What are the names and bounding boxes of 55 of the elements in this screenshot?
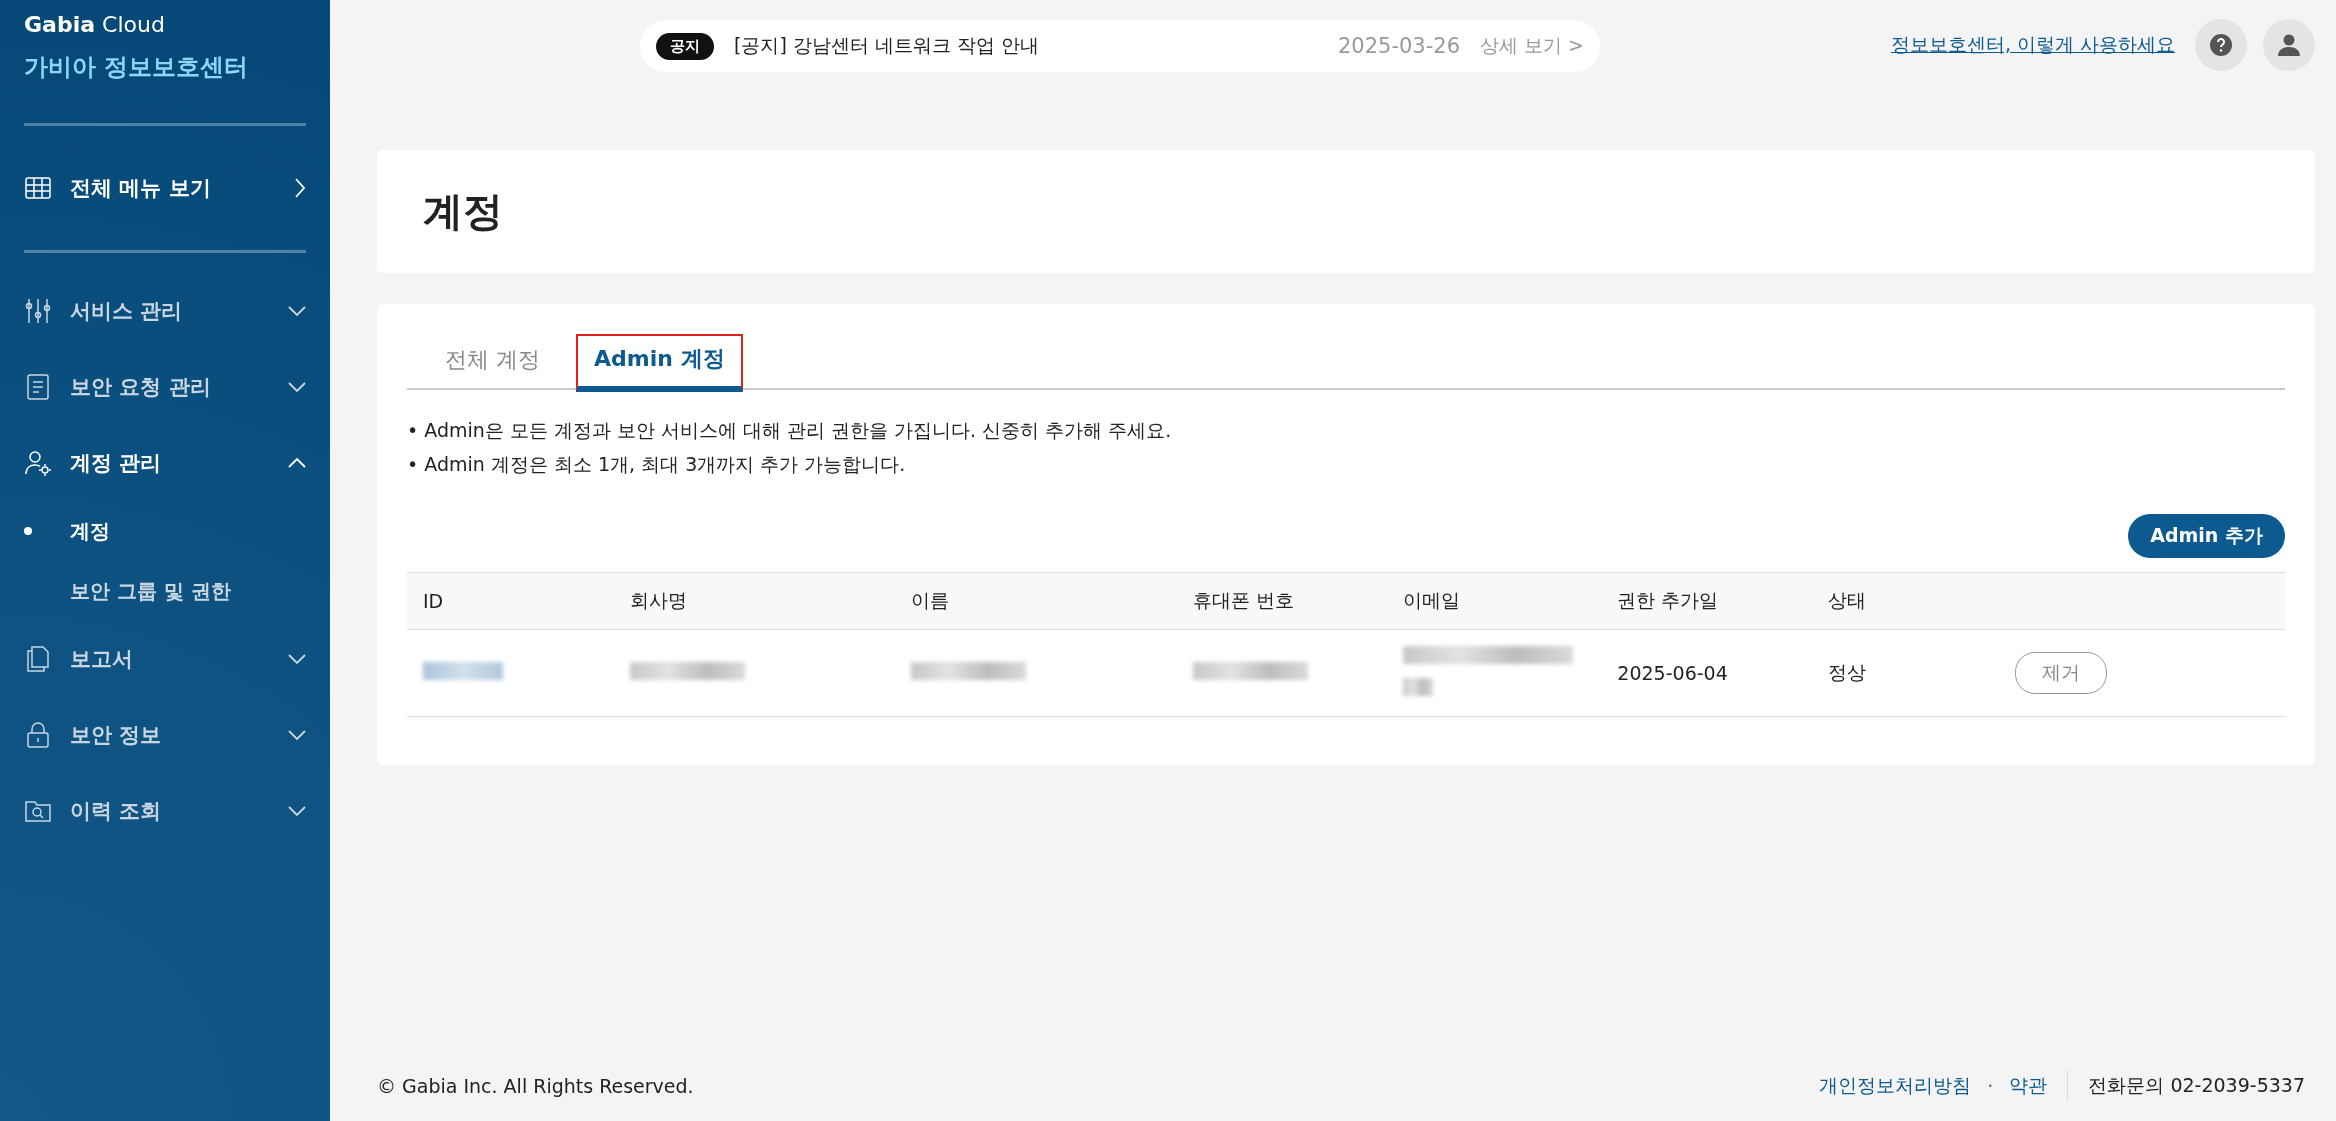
sliders-icon xyxy=(24,297,52,325)
chevron-down-icon xyxy=(288,729,306,741)
remove-button[interactable]: 제거 xyxy=(2015,652,2108,694)
user-icon xyxy=(2276,32,2302,58)
column-header: 상태 xyxy=(1811,572,2000,630)
chevron-up-icon xyxy=(288,457,306,469)
phone-text: 전화문의 02-2039-5337 xyxy=(2088,1073,2305,1098)
sidebar-submenu-item[interactable]: 계정 xyxy=(0,501,330,561)
note-text: • Admin은 모든 계정과 보안 서비스에 대해 관리 권한을 가집니다. 신중히 추가해 주세요. xyxy=(407,419,1172,441)
profile-button[interactable] xyxy=(2263,19,2315,71)
notice-badge: 공지 xyxy=(656,32,714,60)
sidebar-menu-item[interactable]: 계정 관리 xyxy=(0,425,330,501)
sidebar-menu-item[interactable]: 보안 정보 xyxy=(0,697,330,773)
guide-link[interactable]: 정보보호센터, 이렇게 사용하세요 xyxy=(1890,32,2175,58)
chevron-down-icon xyxy=(288,305,306,317)
sidebar-submenu-item[interactable]: 보안 그룹 및 권한 xyxy=(0,561,330,621)
chevron-down-icon xyxy=(288,805,306,817)
copyright-text: © Gabia Inc. All Rights Reserved. xyxy=(377,1075,694,1097)
sidebar-menu-item[interactable]: 보안 요청 관리 xyxy=(0,349,330,425)
lock-icon xyxy=(24,721,52,749)
sidebar-menu-item[interactable]: 보고서 xyxy=(0,621,330,697)
notice-bar[interactable]: 공지 [공지] 강남센터 네트워크 작업 안내 2025-03-26 상세 보기 > xyxy=(640,20,1600,72)
help-icon xyxy=(2208,32,2234,58)
add-admin-button[interactable]: Admin 추가 xyxy=(2128,514,2285,558)
sidebar-menu-item[interactable]: 서비스 관리 xyxy=(0,273,330,349)
tab[interactable]: Admin 계정 xyxy=(576,334,743,392)
document-icon xyxy=(24,373,52,401)
notice-text: [공지] 강남센터 네트워크 작업 안내 xyxy=(734,33,1040,58)
grid-icon xyxy=(24,174,52,202)
chevron-down-icon xyxy=(288,653,306,665)
note-text: • Admin 계정은 최소 1개, 최대 3개까지 추가 가능합니다. xyxy=(407,453,906,475)
notice-date: 2025-03-26 xyxy=(1337,34,1460,58)
column-header: 휴대폰 번호 xyxy=(1176,572,1388,630)
column-header: 권한 추가일 xyxy=(1601,572,1812,630)
all-menu-link[interactable]: 전체 메뉴 보기 xyxy=(0,126,330,250)
pages-icon xyxy=(24,645,52,673)
column-header: ID xyxy=(407,572,614,630)
footer-link[interactable]: 약관 xyxy=(2009,1073,2048,1099)
table-cell: 2025-06-04 xyxy=(1601,629,1812,717)
chevron-down-icon xyxy=(288,381,306,393)
tab[interactable]: 전체 계정 xyxy=(427,334,558,388)
user-gear-icon xyxy=(24,449,52,477)
blurred-text xyxy=(1403,678,1434,696)
footer-link[interactable]: 개인정보처리방침 xyxy=(1819,1073,1972,1099)
sidebar-menu-item[interactable]: 이력 조회 xyxy=(0,773,330,849)
help-button[interactable] xyxy=(2195,19,2247,71)
column-header: 이름 xyxy=(895,572,1177,630)
page-title: 계정 xyxy=(423,187,503,236)
column-header: 회사명 xyxy=(613,572,896,630)
column-header: 이메일 xyxy=(1387,572,1602,630)
chevron-right-icon xyxy=(294,178,306,198)
separator-dot: · xyxy=(1987,1075,1994,1097)
table-cell: 정상 xyxy=(1811,629,2000,717)
logo-text: Gabia Cloud xyxy=(24,12,165,37)
site-title: 가비아 정보보호센터 xyxy=(24,52,249,83)
